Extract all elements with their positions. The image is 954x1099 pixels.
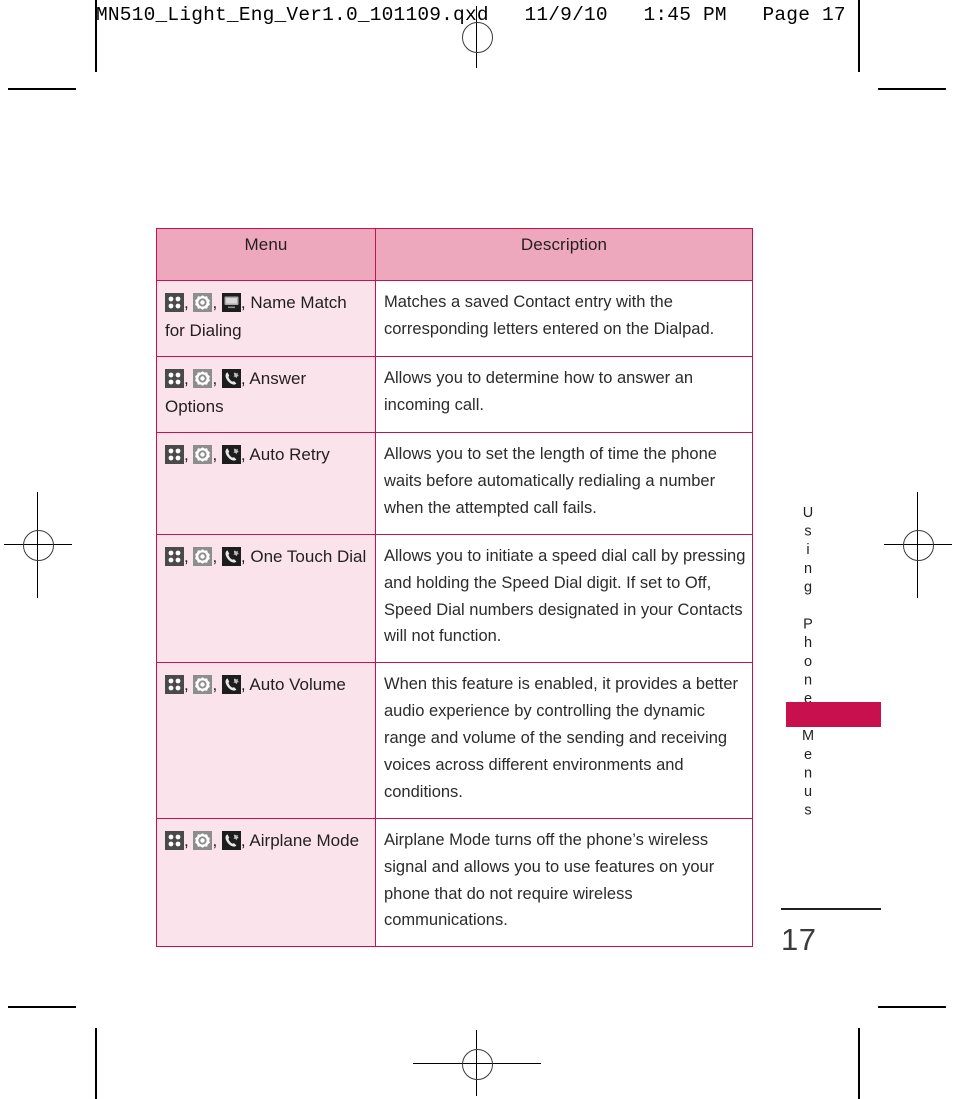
grid-menu-icon <box>165 369 184 389</box>
chapter-tab-marker <box>786 702 881 727</box>
grid-menu-icon <box>165 445 184 465</box>
page-number: 17 <box>781 922 817 957</box>
table-row: , , , Name Match for Dialing Matches a sa… <box>156 279 753 358</box>
settings-gear-icon <box>193 369 213 389</box>
table-body: , , , Name Match for Dialing Matches a sa… <box>156 279 753 948</box>
grid-menu-icon <box>165 293 184 312</box>
registration-ring <box>23 530 54 561</box>
registration-target-bottom <box>413 1030 541 1096</box>
menu-icon-path: , , , <box>165 293 250 312</box>
registration-target-top <box>443 6 511 68</box>
icon-separator: , <box>184 546 194 566</box>
table-header-row: Menu Description <box>156 228 753 281</box>
call-phone-icon <box>221 546 241 566</box>
display-screen-icon <box>221 293 241 312</box>
crop-mark-bottom-left-vertical <box>95 1028 97 1099</box>
table-row: , , , Auto Retry Allows you to set the le… <box>156 432 753 535</box>
grid-menu-icon <box>165 675 184 695</box>
menu-icon-path: , , , <box>165 445 249 465</box>
icon-separator: , <box>240 546 251 566</box>
menu-description-cell: Allows you to initiate a speed dial call… <box>375 533 753 664</box>
call-phone-icon <box>221 830 241 850</box>
column-header-menu: Menu <box>156 228 376 281</box>
settings-gear-icon <box>193 445 213 465</box>
menu-path-cell: , , , Name Match for Dialing <box>156 279 376 358</box>
column-header-description: Description <box>375 228 753 281</box>
menu-description-cell: Allows you to determine how to answer an… <box>375 356 753 434</box>
menu-description-table: Menu Description , , , Name Match for Di… <box>156 228 753 948</box>
registration-target-left <box>4 492 72 598</box>
settings-gear-icon <box>193 830 213 850</box>
registration-ring <box>462 22 493 53</box>
table-row: , , , Auto Volume When this feature is en… <box>156 662 753 819</box>
settings-gear-icon <box>193 546 213 566</box>
menu-item-label: Auto Retry <box>249 445 330 465</box>
icon-separator: , <box>184 445 194 465</box>
menu-icon-path: , , , <box>165 830 249 850</box>
call-phone-icon <box>221 369 241 389</box>
menu-path-cell: , , , Answer Options <box>156 356 376 434</box>
crop-mark-top-left-vertical <box>95 0 97 72</box>
menu-path-cell: , , , Auto Volume <box>156 662 376 819</box>
menu-item-label: Auto Volume <box>249 675 346 695</box>
menu-description-cell: Allows you to set the length of time the… <box>375 432 753 535</box>
crop-mark-bottom-right-horizontal <box>878 1006 946 1008</box>
settings-gear-icon <box>193 293 213 312</box>
icon-separator: , <box>184 675 194 695</box>
icon-separator: , <box>184 830 194 850</box>
menu-description-text: When this feature is enabled, it provide… <box>384 675 739 801</box>
icon-separator: , <box>240 293 251 312</box>
running-side-title: Using Phone Menus <box>800 505 816 822</box>
table-row: , , , Answer Options Allows you to determ… <box>156 356 753 434</box>
menu-description-text: Allows you to initiate a speed dial call… <box>384 546 746 646</box>
icon-separator: , <box>212 445 222 465</box>
icon-separator: , <box>184 293 194 312</box>
registration-ring <box>903 530 934 561</box>
menu-description-cell: When this feature is enabled, it provide… <box>375 662 753 819</box>
menu-icon-path: , , , <box>165 369 249 389</box>
call-phone-icon <box>221 445 241 465</box>
menu-description-cell: Airplane Mode turns off the phone’s wire… <box>375 817 753 948</box>
menu-item-label: One Touch Dial <box>250 546 367 566</box>
icon-separator: , <box>184 369 194 389</box>
menu-description-text: Matches a saved Contact entry with the c… <box>384 293 715 338</box>
menu-path-cell: , , , Airplane Mode <box>156 817 376 948</box>
table-row: , , , One Touch Dial Allows you to initia… <box>156 533 753 664</box>
menu-description-text: Allows you to set the length of time the… <box>384 445 717 517</box>
menu-description-text: Airplane Mode turns off the phone’s wire… <box>384 830 715 930</box>
icon-separator: , <box>212 546 222 566</box>
crop-mark-top-right-horizontal <box>878 88 946 90</box>
registration-ring <box>462 1049 493 1080</box>
icon-separator: , <box>212 369 222 389</box>
call-phone-icon <box>221 675 241 695</box>
table-row: , , , Airplane Mode Airplane Mode turns o… <box>156 817 753 948</box>
folio-rule <box>781 908 881 910</box>
icon-separator: , <box>212 830 222 850</box>
menu-description-cell: Matches a saved Contact entry with the c… <box>375 279 753 358</box>
menu-icon-path: , , , <box>165 546 251 566</box>
settings-gear-icon <box>193 675 213 695</box>
grid-menu-icon <box>165 830 184 850</box>
menu-item-label: Airplane Mode <box>249 830 360 850</box>
crop-mark-bottom-right-vertical <box>858 1028 860 1099</box>
menu-icon-path: , , , <box>165 675 249 695</box>
menu-description-text: Allows you to determine how to answer an… <box>384 369 694 414</box>
grid-menu-icon <box>165 546 184 566</box>
crop-mark-top-left-horizontal <box>8 88 76 90</box>
registration-target-right <box>884 492 952 598</box>
menu-path-cell: , , , Auto Retry <box>156 432 376 535</box>
menu-path-cell: , , , One Touch Dial <box>156 533 376 664</box>
icon-separator: , <box>212 293 222 312</box>
crop-mark-top-right-vertical <box>858 0 860 72</box>
crop-mark-bottom-left-horizontal <box>8 1006 76 1008</box>
icon-separator: , <box>212 675 222 695</box>
